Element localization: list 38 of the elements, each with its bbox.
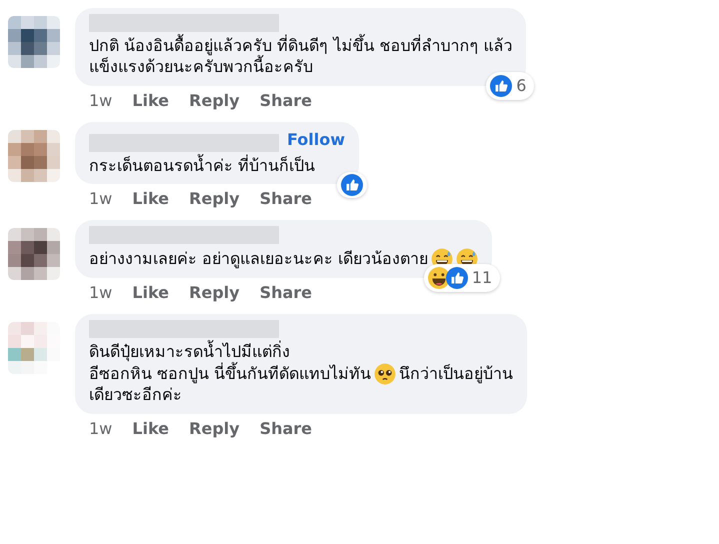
comment-text: แข็งแรงด้วยนะครับพวกนี้อะครับ bbox=[89, 56, 313, 78]
laughing-face-icon bbox=[428, 267, 450, 290]
like-link[interactable]: Like bbox=[132, 88, 170, 113]
share-link[interactable]: Share bbox=[260, 187, 312, 212]
comment-text: อีซอกหิน ซอกปูน นี่ขึ้นกันทีดัดแทบไม่ทัน bbox=[89, 364, 372, 385]
avatar-placeholder bbox=[8, 130, 60, 182]
reaction-count: 11 bbox=[472, 267, 494, 290]
comment-text: ปกติ น้องอินดื้ออยู่แล้วครับ ที่ดินดีๆ ไม่ขึ้น ชอบที่ลำบากๆ แล้ว bbox=[89, 36, 512, 56]
pleading-face-icon bbox=[374, 363, 396, 386]
like-link[interactable]: Like bbox=[132, 187, 170, 212]
comment-text: เดียวซะอีกค่ะ bbox=[89, 385, 182, 406]
comment-time: 1w bbox=[89, 418, 112, 440]
reply-link[interactable]: Reply bbox=[189, 281, 240, 306]
reaction-summary[interactable]: 6 bbox=[486, 72, 534, 100]
comment-text: นึกว่าเป็นอยู่บ้าน bbox=[399, 364, 514, 385]
like-icon bbox=[490, 74, 512, 97]
reply-link[interactable]: Reply bbox=[189, 416, 240, 441]
avatar-placeholder bbox=[8, 16, 60, 68]
avatar-placeholder bbox=[8, 322, 60, 374]
comment-text: ดินดีปุ๋ยเหมาะรดน้ำไปมีแต่กิ่ง bbox=[89, 342, 290, 362]
avatar-placeholder bbox=[8, 228, 60, 280]
like-link[interactable]: Like bbox=[132, 416, 170, 441]
reaction-count: 6 bbox=[516, 74, 528, 97]
comment-text: กระเด็นตอนรดน้ำค่ะ ที่บ้านก็เป็น bbox=[89, 156, 316, 176]
reaction-summary[interactable]: 11 bbox=[424, 264, 500, 292]
like-link[interactable]: Like bbox=[132, 281, 170, 306]
like-icon bbox=[341, 174, 364, 196]
reaction-summary[interactable] bbox=[337, 172, 368, 198]
comment-time: 1w bbox=[89, 188, 112, 210]
reply-link[interactable]: Reply bbox=[189, 187, 240, 212]
like-icon bbox=[446, 267, 468, 290]
follow-link[interactable]: Follow bbox=[287, 128, 346, 152]
share-link[interactable]: Share bbox=[260, 416, 312, 441]
share-link[interactable]: Share bbox=[260, 281, 312, 306]
share-link[interactable]: Share bbox=[260, 88, 312, 113]
reply-link[interactable]: Reply bbox=[189, 88, 240, 113]
comment-time: 1w bbox=[89, 90, 112, 112]
comment-time: 1w bbox=[89, 282, 112, 304]
